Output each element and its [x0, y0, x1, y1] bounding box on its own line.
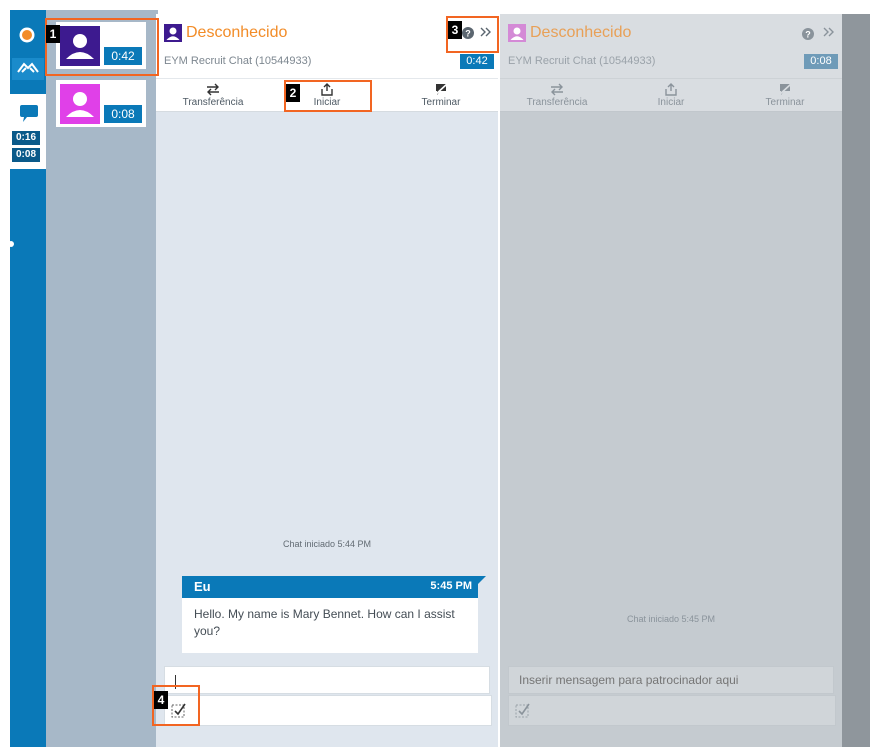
spellcheck-icon[interactable]	[515, 702, 531, 718]
transfer-button[interactable]: Transferência	[512, 79, 602, 111]
composer-toolbar	[164, 695, 492, 726]
message-input[interactable]	[164, 666, 490, 694]
end-button[interactable]: Terminar	[396, 79, 486, 111]
session-tile[interactable]: 0:08	[56, 80, 146, 127]
chat-channel: EYM Recruit Chat (10544933)	[508, 55, 656, 67]
end-label: Terminar	[765, 97, 805, 108]
message-header: Eu 5:45 PM	[182, 576, 486, 598]
rail-resize-handle[interactable]	[8, 241, 14, 247]
message-composer	[164, 666, 492, 726]
chat-bubble-icon	[18, 104, 40, 124]
end-chat-icon	[434, 83, 448, 96]
contact-icon	[164, 24, 182, 42]
callout-box-1	[45, 18, 159, 76]
message-sender: Eu	[194, 579, 211, 594]
message-input[interactable]	[508, 666, 834, 694]
chat-timer: 0:08	[804, 54, 838, 69]
chat-panel-inactive: Desconhecido ? EYM Recruit Chat (1054493…	[500, 14, 842, 747]
transfer-label: Transferência	[526, 97, 588, 108]
handshake-icon[interactable]	[12, 58, 44, 80]
callout-badge-1: 1	[46, 25, 60, 43]
collapse-chevrons-icon[interactable]	[822, 25, 836, 39]
end-label: Terminar	[421, 97, 461, 108]
rail-timer: 0:16	[12, 131, 40, 145]
contact-name: Desconhecido	[530, 24, 632, 41]
message-time: 5:45 PM	[430, 580, 472, 592]
start-label: Iniciar	[657, 97, 685, 108]
window-edge	[842, 14, 870, 747]
svg-text:?: ?	[805, 30, 811, 40]
end-chat-icon	[778, 83, 792, 96]
panel-header: Desconhecido ? EYM Recruit Chat (1054493…	[500, 14, 842, 78]
chat-channel: EYM Recruit Chat (10544933)	[164, 55, 312, 67]
status-dot-icon[interactable]	[18, 26, 36, 44]
transfer-icon	[207, 83, 219, 96]
composer-toolbar	[508, 695, 836, 726]
message-text: Hello. My name is Mary Bennet. How can I…	[194, 607, 455, 638]
session-timer: 0:08	[104, 105, 142, 123]
chat-timer: 0:42	[460, 54, 494, 69]
message-tail	[478, 576, 486, 584]
contact-icon	[508, 24, 526, 42]
avatar	[60, 84, 100, 124]
end-button[interactable]: Terminar	[740, 79, 830, 111]
callout-badge-2: 2	[286, 84, 300, 102]
callout-badge-4: 4	[154, 691, 168, 709]
chat-message: Eu 5:45 PM Hello. My name is Mary Bennet…	[182, 576, 486, 653]
transfer-button[interactable]: Transferência	[168, 79, 258, 111]
start-button[interactable]: Iniciar	[626, 79, 716, 111]
transfer-icon	[551, 83, 563, 96]
message-composer	[508, 666, 836, 726]
rail-timer: 0:08	[12, 148, 40, 162]
share-icon	[665, 83, 677, 96]
panel-toolbar: Transferência Iniciar Terminar	[500, 78, 842, 112]
chat-status: Chat iniciado 5:44 PM	[282, 539, 372, 549]
chat-panel-active: Desconhecido ? EYM Recruit Chat (1054493…	[156, 14, 498, 747]
help-icon[interactable]: ?	[802, 27, 814, 40]
callout-badge-3: 3	[448, 21, 462, 39]
chat-status: Chat iniciado 5:45 PM	[626, 614, 716, 624]
transfer-label: Transferência	[182, 97, 244, 108]
contact-name: Desconhecido	[186, 24, 288, 41]
